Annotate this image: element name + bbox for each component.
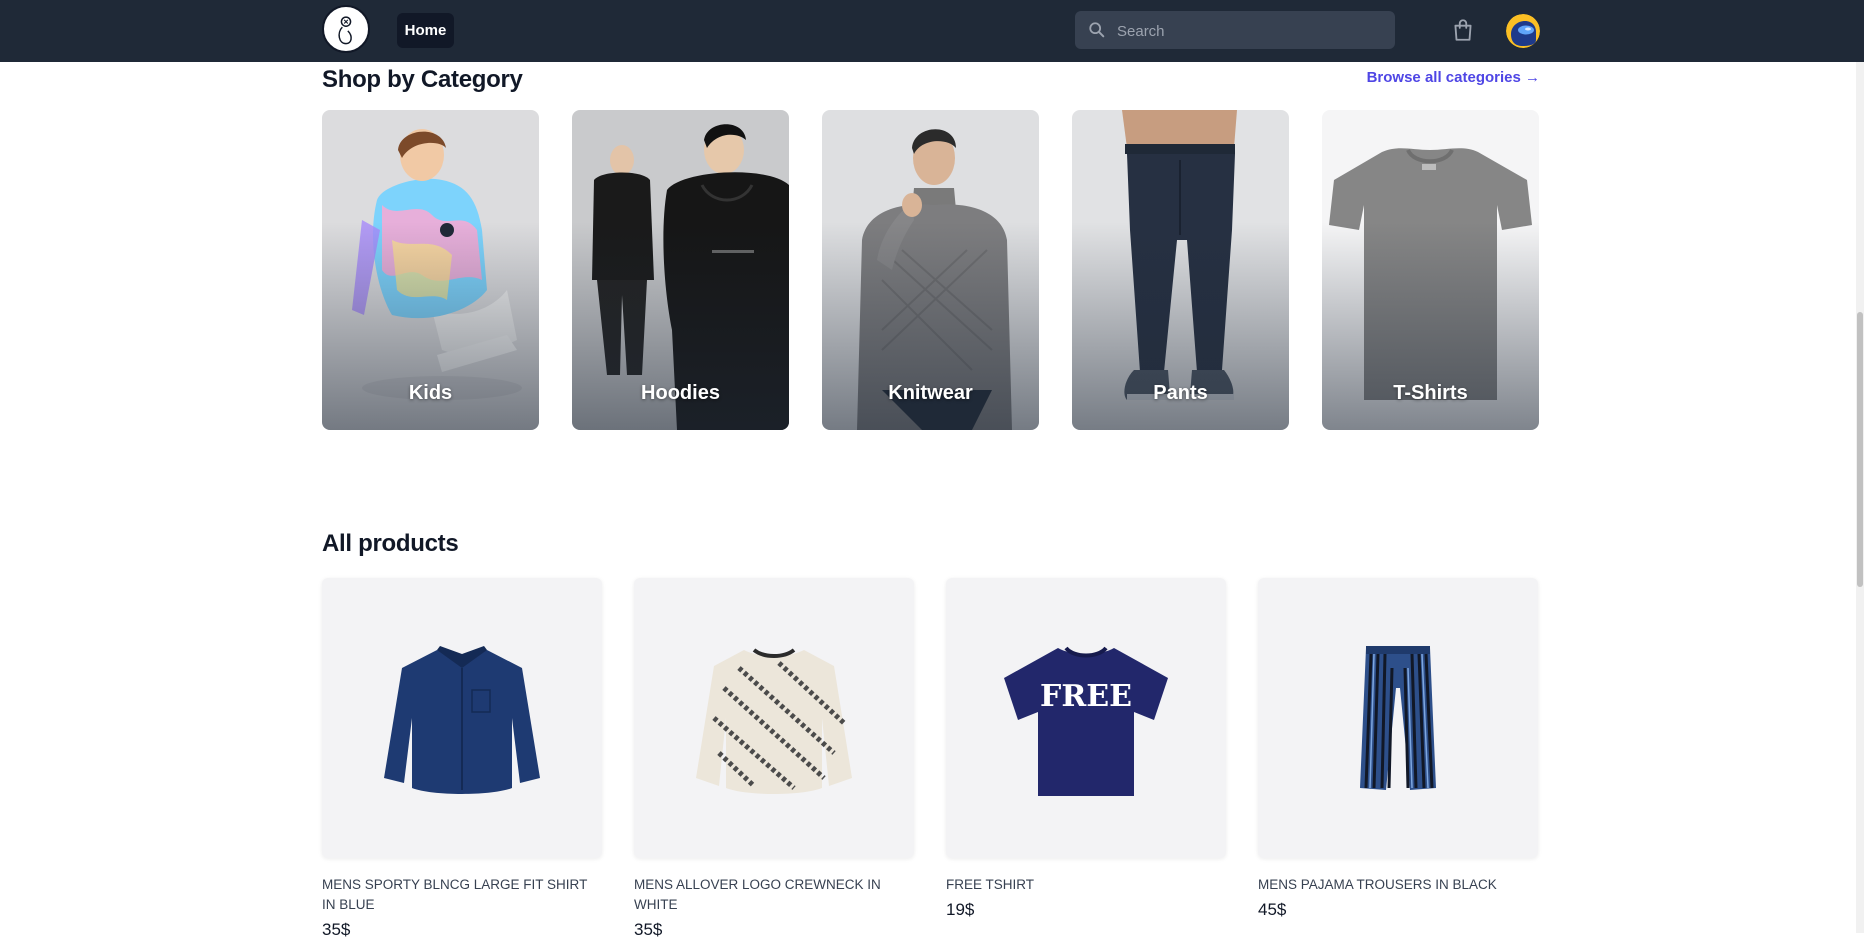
avatar-icon[interactable] (1506, 14, 1540, 48)
category-card-tshirts[interactable]: T-Shirts (1322, 110, 1539, 430)
category-card-knitwear[interactable]: Knitwear (822, 110, 1039, 430)
sweater-icon (696, 648, 852, 794)
tshirt-print-text: FREE (1040, 679, 1132, 714)
category-label: T-Shirts (1393, 382, 1468, 404)
browse-all-categories-link[interactable]: Browse all categories → (1350, 69, 1540, 86)
trousers-icon (1360, 646, 1436, 790)
tshirt-icon: FREE (1004, 646, 1168, 796)
category-label: Knitwear (888, 382, 973, 404)
product-image[interactable]: FREE (946, 578, 1226, 858)
search-input[interactable] (1115, 11, 1389, 51)
category-label: Pants (1153, 382, 1208, 404)
scrollbar-thumb[interactable] (1857, 312, 1863, 587)
product-card[interactable]: MENS SPORTY BLNCG LARGE FIT SHIRT IN BLU… (322, 578, 602, 940)
category-section-title: Shop by Category (322, 66, 523, 93)
category-card-pants[interactable]: Pants (1072, 110, 1289, 430)
category-label: Hoodies (641, 382, 720, 404)
product-card[interactable]: MENS ALLOVER LOGO CREWNECK IN WHITE 35$ (634, 578, 914, 940)
product-image[interactable] (634, 578, 914, 858)
logo-icon[interactable] (322, 5, 370, 53)
product-price: 45$ (1258, 900, 1287, 919)
product-image[interactable] (1258, 578, 1538, 858)
product-image[interactable] (322, 578, 602, 858)
product-name[interactable]: MENS SPORTY BLNCG LARGE FIT SHIRT IN BLU… (322, 875, 602, 915)
shirt-icon (384, 646, 540, 794)
home-button[interactable]: Home (397, 13, 454, 48)
product-name[interactable]: FREE TSHIRT (946, 875, 1226, 895)
product-price: 35$ (634, 920, 663, 939)
category-card-kids[interactable]: Kids (322, 110, 539, 430)
product-card[interactable]: FREE FREE TSHIRT 19$ (946, 578, 1226, 920)
product-price: 19$ (946, 900, 975, 919)
category-label: Kids (408, 382, 453, 404)
product-card[interactable]: MENS PAJAMA TROUSERS IN BLACK 45$ (1258, 578, 1538, 920)
product-name[interactable]: MENS ALLOVER LOGO CREWNECK IN WHITE (634, 875, 914, 915)
page-scrollbar[interactable] (1856, 62, 1864, 933)
search-box[interactable] (1075, 11, 1395, 51)
search-icon (1089, 22, 1105, 38)
product-name[interactable]: MENS PAJAMA TROUSERS IN BLACK (1258, 875, 1538, 895)
product-price: 35$ (322, 920, 351, 939)
products-section-title: All products (322, 530, 459, 557)
category-card-hoodies[interactable]: Hoodies (572, 110, 789, 430)
shopping-bag-icon[interactable] (1450, 17, 1476, 43)
top-navbar: Home (0, 0, 1864, 62)
